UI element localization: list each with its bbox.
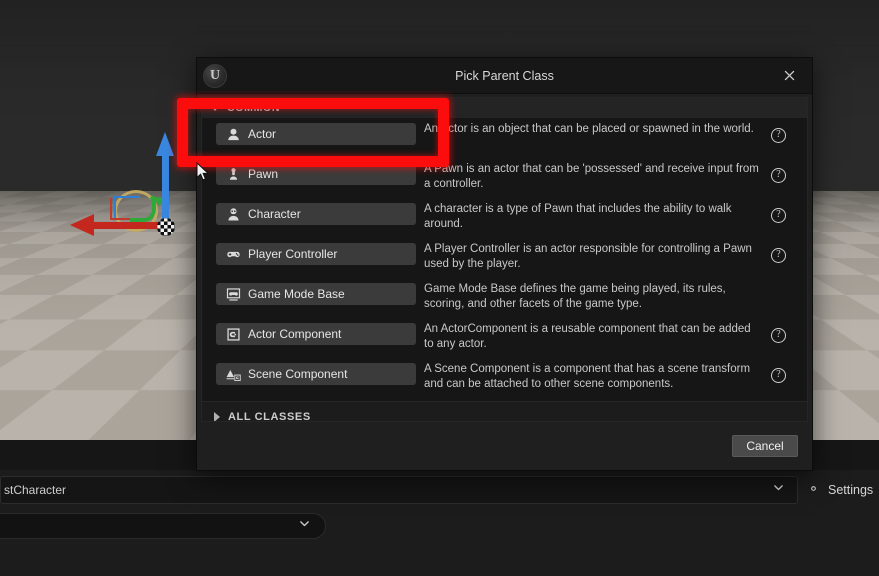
class-description-pawn: A Pawn is an actor that can be 'possesse… [424,163,759,190]
class-row-scene-component[interactable]: Scene Component A Scene Component is a c… [202,361,807,401]
pick-parent-class-dialog: U Pick Parent Class COMMON Actor An Acto… [196,57,813,471]
dialog-title-bar[interactable]: U Pick Parent Class [197,58,812,94]
class-description-scene-component: A Scene Component is a component that ha… [424,363,751,390]
class-label-scene-component: Scene Component [248,367,348,381]
class-label-character: Character [248,207,301,221]
gamepad-icon [226,247,241,262]
character-icon [226,207,241,222]
all-classes-label: ALL CLASSES [228,410,311,422]
class-description-player-controller: A Player Controller is an actor responsi… [424,243,752,270]
gizmo-axis-z [162,152,169,226]
help-icon-character[interactable]: ? [771,208,786,223]
class-description-actor-component: An ActorComponent is a reusable componen… [424,323,751,350]
dialog-footer: Cancel [197,422,812,470]
class-description-game-mode-base: Game Mode Base defines the game being pl… [424,283,726,310]
class-button-game-mode-base[interactable]: Game Mode Base [216,283,416,305]
gizmo-center-handle[interactable] [157,218,175,236]
pawn-icon [226,167,241,182]
gizmo-arrow-x [70,214,94,236]
class-description-actor: An Actor is an object that can be placed… [424,123,754,135]
secondary-combo[interactable] [0,513,326,539]
class-label-actor-component: Actor Component [248,327,342,341]
close-icon[interactable] [779,66,799,86]
section-header-common[interactable]: COMMON [202,98,807,118]
chevron-down-icon [210,105,220,111]
section-header-common-label: COMMON [227,102,281,114]
class-label-player-controller: Player Controller [248,247,338,261]
class-button-character[interactable]: Character [216,203,416,225]
class-label-game-mode-base: Game Mode Base [248,287,345,301]
class-label-actor: Actor [248,127,277,141]
cancel-button[interactable]: Cancel [732,435,798,457]
class-button-actor[interactable]: Actor [216,123,416,145]
gizmo-arrow-z [156,132,174,156]
chevron-down-icon-2 [298,517,311,535]
scene-component-icon [226,367,241,382]
translate-gizmo[interactable] [70,130,210,260]
class-row-actor[interactable]: Actor An Actor is an object that can be … [202,121,807,161]
chevron-down-icon [772,481,785,499]
class-row-actor-component[interactable]: Actor Component An ActorComponent is a r… [202,321,807,361]
class-button-player-controller[interactable]: Player Controller [216,243,416,265]
class-row-pawn[interactable]: Pawn A Pawn is an actor that can be 'pos… [202,161,807,201]
gear-icon [806,481,821,499]
chevron-right-icon [214,411,220,421]
game-mode-icon [226,287,241,302]
help-icon-actor-component[interactable]: ? [771,328,786,343]
class-row-game-mode-base[interactable]: Game Mode Base Game Mode Base defines th… [202,281,807,321]
gizmo-axis-x [88,222,164,229]
actor-component-icon [226,327,241,342]
class-button-actor-component[interactable]: Actor Component [216,323,416,345]
section-header-all-classes[interactable]: ALL CLASSES [202,401,807,422]
help-icon-player-controller[interactable]: ? [771,248,786,263]
parent-class-combo-value: stCharacter [4,483,67,497]
class-row-character[interactable]: Character A character is a type of Pawn … [202,201,807,241]
help-icon-scene-component[interactable]: ? [771,368,786,383]
class-description-character: A character is a type of Pawn that inclu… [424,203,732,230]
help-icon-pawn[interactable]: ? [771,168,786,183]
help-icon-actor[interactable]: ? [771,128,786,143]
bottom-toolbar: stCharacter Settings [0,470,879,576]
class-button-pawn[interactable]: Pawn [216,163,416,185]
settings-button[interactable]: Settings [806,476,873,504]
class-picker-panel: COMMON Actor An Actor is an object that … [201,97,808,422]
screen-root: stCharacter Settings U Pick Parent Class… [0,0,879,576]
parent-class-combo[interactable]: stCharacter [0,476,798,504]
settings-label: Settings [828,483,874,497]
actor-icon [226,127,241,142]
class-button-scene-component[interactable]: Scene Component [216,363,416,385]
class-row-player-controller[interactable]: Player Controller A Player Controller is… [202,241,807,281]
class-list: Actor An Actor is an object that can be … [202,118,807,401]
gizmo-axis-y [130,192,156,222]
dialog-title: Pick Parent Class [455,68,554,83]
dialog-body: COMMON Actor An Actor is an object that … [197,94,812,422]
bottom-filler [0,543,879,576]
unreal-engine-logo-icon: U [203,63,227,88]
class-label-pawn: Pawn [248,167,279,181]
